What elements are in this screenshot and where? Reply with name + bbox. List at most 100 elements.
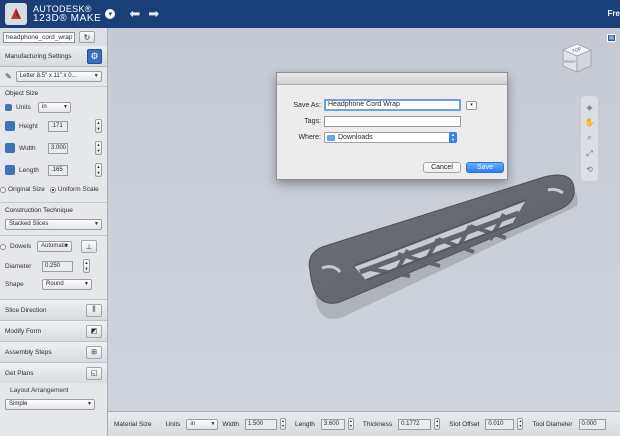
slot-offset-label: Slot Offset <box>449 420 480 428</box>
undo-icon[interactable]: ⬅ <box>129 6 140 22</box>
dowel-icon[interactable]: ⊥ <box>81 240 97 253</box>
app-brand: AUTODESK® 123D® MAKE <box>33 5 101 24</box>
left-panel: headphone_cord_wrap ↻ Manufacturing Sett… <box>0 28 108 436</box>
construction-header: Construction Technique <box>0 202 107 217</box>
thickness-stepper[interactable]: ▲ ▼ <box>434 418 441 430</box>
uniform-scale-label: Uniform Scale <box>57 186 99 193</box>
slot-offset-input[interactable]: 0.010 <box>485 418 515 430</box>
title-bar: AUTODESK® 123D® MAKE ▾ ⬅ ➡ Fre <box>0 0 620 28</box>
bottom-length-label: Length <box>295 420 315 428</box>
where-stepper-icon[interactable]: ▲ ▼ <box>449 132 457 143</box>
bottom-units-select[interactable]: in <box>186 418 219 430</box>
orbit-icon[interactable]: ⟲ <box>586 165 593 174</box>
look-icon[interactable]: ◈ <box>586 103 592 112</box>
slot-offset-stepper[interactable]: ▲ ▼ <box>517 418 524 430</box>
diameter-input[interactable]: 0.250 <box>42 260 73 272</box>
layout-select-row: Simple <box>0 397 107 411</box>
tool-diameter-label: Tool Diameter <box>532 420 573 428</box>
construction-technique-label: Construction Technique <box>5 206 73 214</box>
tags-row: Tags: <box>277 116 461 127</box>
units-icon <box>5 104 12 111</box>
technique-select[interactable]: Stacked Slices <box>5 218 102 230</box>
gear-icon[interactable]: ⚙ <box>87 48 102 64</box>
collapse-icon[interactable]: ▤ <box>607 34 616 42</box>
cancel-button[interactable]: Cancel <box>423 162 461 173</box>
save-as-input[interactable]: Headphone Cord Wrap <box>324 99 461 111</box>
shape-select[interactable]: Round <box>42 278 92 290</box>
height-label: Height <box>19 122 38 130</box>
material-length-stepper[interactable]: ▲ ▼ <box>347 418 354 430</box>
material-size-label: Material Size <box>114 420 152 428</box>
units-select[interactable]: in <box>38 102 71 113</box>
slice-icon: ⫼ <box>86 303 102 317</box>
manufacturing-settings-header: Manufacturing Settings ⚙ <box>0 46 107 67</box>
modify-icon: ◩ <box>86 324 102 338</box>
uniform-scale-radio[interactable] <box>49 186 56 193</box>
height-icon <box>5 121 15 131</box>
thickness-input[interactable]: 0.1772 <box>398 418 432 430</box>
pan-icon[interactable]: ✋ <box>585 118 595 127</box>
length-label: Length <box>19 166 39 174</box>
material-width-stepper[interactable]: ▲ ▼ <box>280 418 287 430</box>
get-plans-button[interactable]: Get Plans ◱ <box>0 362 107 383</box>
save-dialog: Save As: Headphone Cord Wrap ▾ Tags: Whe… <box>276 72 508 180</box>
diameter-label: Diameter <box>5 262 32 270</box>
shape-row: Shape Round <box>0 275 107 293</box>
assembly-icon: ⊞ <box>86 345 102 359</box>
dowels-select[interactable]: Automatic <box>37 241 72 252</box>
dowels-radio[interactable] <box>0 243 6 250</box>
height-stepper[interactable]: ▲ ▼ <box>95 119 102 133</box>
slice-direction-button[interactable]: Slice Direction ⫼ <box>0 299 107 320</box>
where-value: Downloads <box>338 134 373 141</box>
filename-field[interactable]: headphone_cord_wrap <box>3 31 75 43</box>
modify-form-button[interactable]: Modify Form ◩ <box>0 320 107 341</box>
tool-diameter-input[interactable]: 0.000 <box>578 418 606 430</box>
pencil-icon[interactable]: ✎ <box>5 72 12 81</box>
app-menu-chevron-icon[interactable]: ▾ <box>105 9 116 19</box>
layout-arrangement-row: Layout Arrangement <box>0 383 107 397</box>
material-select[interactable]: Letter 8.5" x 11" x 0... <box>15 71 102 82</box>
view-cube[interactable]: TOP FRONT <box>559 41 595 75</box>
object-size-header: Object Size <box>0 86 107 100</box>
length-input[interactable]: .165 <box>48 164 68 176</box>
manufacturing-settings-label: Manufacturing Settings <box>5 52 72 60</box>
material-size-bar: Material Size Units in Width 1.500 ▲▼ Le… <box>108 411 620 436</box>
where-row: Where: Downloads ▲ ▼ <box>277 132 457 143</box>
height-input[interactable]: .171 <box>48 120 68 132</box>
shape-label: Shape <box>5 280 24 288</box>
plans-icon: ◱ <box>86 366 102 380</box>
refresh-icon[interactable]: ↻ <box>79 31 95 43</box>
length-row: Length .165 ▲ ▼ <box>0 159 107 181</box>
fit-icon[interactable]: ⤢ <box>586 149 592 159</box>
where-select[interactable]: Downloads ▲ ▼ <box>324 132 457 143</box>
width-icon <box>5 143 15 153</box>
width-row: Width 3.000 ▲ ▼ <box>0 137 107 159</box>
save-button[interactable]: Save <box>466 162 504 173</box>
diameter-stepper[interactable]: ▲ ▼ <box>83 259 90 273</box>
length-stepper[interactable]: ▲ ▼ <box>95 163 102 177</box>
app-logo-icon[interactable] <box>5 3 27 25</box>
units-row: Units in <box>0 100 107 115</box>
width-input[interactable]: 3.000 <box>48 142 68 154</box>
diameter-row: Diameter 0.250 ▲ ▼ <box>0 257 107 275</box>
material-length-input[interactable]: 3.600 <box>320 418 345 430</box>
redo-icon[interactable]: ➡ <box>148 6 159 22</box>
modify-form-label: Modify Form <box>5 327 42 335</box>
tags-input[interactable] <box>324 116 461 127</box>
assembly-steps-button[interactable]: Assembly Steps ⊞ <box>0 341 107 362</box>
length-icon <box>5 165 15 175</box>
layout-arrangement-label: Layout Arrangement <box>10 386 69 394</box>
zoom-icon[interactable]: ⌕ <box>587 133 591 143</box>
width-label: Width <box>19 144 36 152</box>
get-plans-label: Get Plans <box>5 369 34 377</box>
bottom-units-label: Units <box>165 420 181 428</box>
original-size-radio[interactable] <box>0 186 6 193</box>
material-row: ✎ Letter 8.5" x 11" x 0... <box>0 67 107 86</box>
original-size-label: Original Size <box>8 186 45 193</box>
expand-chevron-icon[interactable]: ▾ <box>466 100 477 110</box>
material-width-input[interactable]: 1.500 <box>245 418 278 430</box>
assembly-steps-label: Assembly Steps <box>5 348 52 356</box>
height-row: Height .171 ▲ ▼ <box>0 115 107 137</box>
layout-select[interactable]: Simple <box>5 398 95 410</box>
width-stepper[interactable]: ▲ ▼ <box>95 141 102 155</box>
